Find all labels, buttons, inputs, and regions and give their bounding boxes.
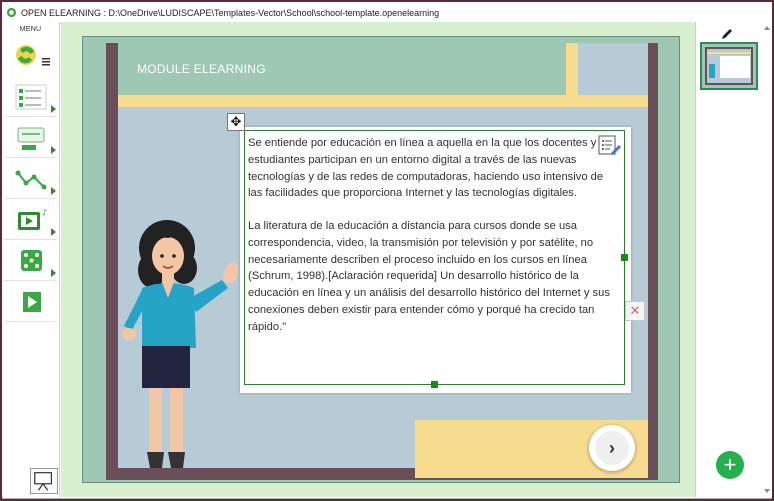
chevron-right-icon: › (595, 431, 629, 465)
svg-text:♪: ♪ (42, 208, 47, 217)
menu-logo-icon[interactable] (10, 42, 54, 70)
text-paragraph-1: Se entiende por educación en línea a aqu… (248, 137, 604, 200)
scroll-up-icon[interactable] (764, 26, 770, 30)
resize-handle-bottom[interactable] (431, 381, 438, 388)
menu-label: MENU (19, 26, 42, 33)
slide-yellow-band (118, 95, 648, 107)
play-icon (23, 292, 41, 312)
text-paragraph-2: La literatura de la educación a distanci… (248, 220, 610, 333)
add-slide-button[interactable]: + (716, 451, 744, 479)
slide-thumbnail[interactable] (700, 42, 758, 90)
resize-handle-right[interactable] (621, 254, 628, 261)
menu-item-path[interactable] (4, 159, 57, 199)
expand-arrow-icon[interactable] (51, 228, 56, 236)
menu-item-text[interactable] (4, 118, 57, 158)
close-icon[interactable]: ✕ (625, 301, 645, 321)
teacher-character-image[interactable] (112, 218, 247, 473)
menu-item-media[interactable]: ♪ (4, 200, 57, 240)
expand-arrow-icon[interactable] (51, 187, 56, 195)
expand-arrow-icon[interactable] (51, 146, 56, 154)
menu-item-play[interactable] (4, 282, 57, 322)
speech-bubble-icon (17, 127, 45, 150)
menu-item-quiz[interactable] (4, 77, 57, 117)
dice-icon (21, 250, 42, 271)
module-title: MODULE ELEARNING (137, 62, 266, 76)
next-slide-button[interactable]: › (589, 425, 635, 471)
scroll-down-icon[interactable] (764, 489, 770, 493)
title-bar: OPEN ELEARNING : D:\OneDrive\LUDISCAPE\T… (2, 2, 772, 24)
expand-arrow-icon[interactable] (51, 105, 56, 113)
menu-item-game[interactable] (4, 241, 57, 281)
edit-text-icon[interactable] (597, 133, 621, 157)
pencil-icon[interactable] (721, 28, 733, 40)
slide-corner-block (578, 43, 648, 95)
slides-panel: + (695, 22, 772, 497)
expand-arrow-icon[interactable] (51, 269, 56, 277)
path-diagram-icon (15, 170, 47, 190)
checklist-icon (15, 84, 47, 110)
scrollbar[interactable] (762, 22, 772, 497)
projector-screen-icon (34, 472, 52, 491)
app-logo-icon (6, 7, 17, 18)
move-handle-icon[interactable]: ✥ (227, 113, 245, 131)
presentation-button[interactable] (30, 468, 58, 494)
left-menu: MENU ♪ (2, 22, 60, 497)
window-title: OPEN ELEARNING : D:\OneDrive\LUDISCAPE\T… (21, 7, 440, 18)
video-music-icon: ♪ (18, 208, 47, 230)
